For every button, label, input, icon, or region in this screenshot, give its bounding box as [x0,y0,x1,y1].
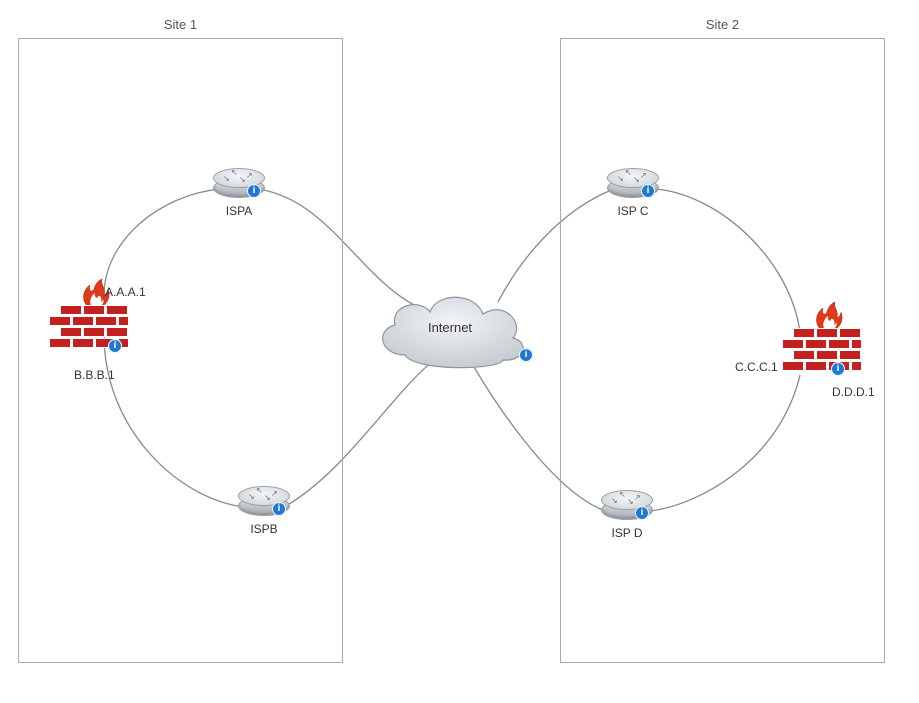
info-icon[interactable]: i [108,339,122,353]
diagram-canvas: Site 1 Site 2 ↘ ↗ ↖ ↘ i ISPA ↘ ↗ ↖ ↘ i I… [0,0,919,703]
info-icon[interactable]: i [519,348,533,362]
info-icon[interactable]: i [247,184,261,198]
internet-cloud[interactable]: Internet i [365,280,535,380]
router-ispa[interactable]: ↘ ↗ ↖ ↘ i ISPA [213,168,265,218]
info-icon[interactable]: i [635,506,649,520]
flame-icon [811,298,845,332]
brick-wall-icon [793,328,863,372]
router-icon: ↘ ↗ ↖ ↘ i [601,490,653,524]
router-icon: ↘ ↗ ↖ ↘ i [213,168,265,202]
router-icon: ↘ ↗ ↖ ↘ i [238,486,290,520]
router-ispc-label: ISP C [607,204,659,218]
internet-label: Internet [365,320,535,335]
info-icon[interactable]: i [272,502,286,516]
fw2-interface-left-label: C.C.C.1 [735,360,778,374]
router-ispd[interactable]: ↘ ↗ ↖ ↘ i ISP D [601,490,653,540]
router-ispb[interactable]: ↘ ↗ ↖ ↘ i ISPB [238,486,290,536]
site-2-label: Site 2 [561,17,884,32]
firewall-site2[interactable]: i [793,298,863,388]
fw1-interface-bottom-label: B.B.B.1 [74,368,115,382]
info-icon[interactable]: i [641,184,655,198]
info-icon[interactable]: i [831,362,845,376]
fw2-interface-right-label: D.D.D.1 [832,385,875,399]
router-ispb-label: ISPB [238,522,290,536]
router-ispc[interactable]: ↘ ↗ ↖ ↘ i ISP C [607,168,659,218]
router-icon: ↘ ↗ ↖ ↘ i [607,168,659,202]
router-ispa-label: ISPA [213,204,265,218]
router-ispd-label: ISP D [601,526,653,540]
fw1-interface-top-label: A.A.A.1 [105,285,146,299]
site-1-label: Site 1 [19,17,342,32]
